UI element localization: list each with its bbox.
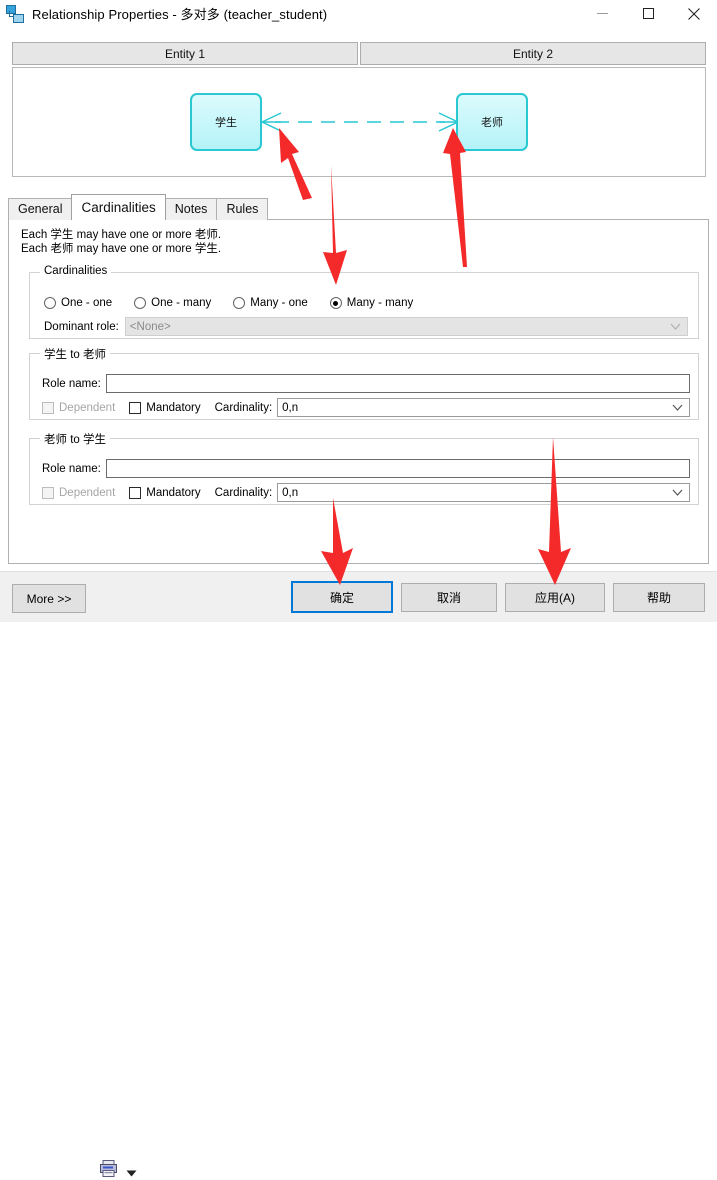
teacher-to-student-cardinality-label: Cardinality: xyxy=(214,486,273,499)
window-titlebar: Relationship Properties - 多对多 (teacher_s… xyxy=(0,0,717,27)
teacher-to-student-dependent-label: Dependent xyxy=(59,486,116,499)
minimize-button[interactable] xyxy=(579,0,625,27)
teacher-to-student-cardinality-value: 0,n xyxy=(282,486,299,499)
ok-button-label: 确定 xyxy=(329,590,354,605)
teacher-to-student-title: 老师 to 学生 xyxy=(40,431,110,447)
cardinality-radio-group: One - one One - many Many - one Many - m… xyxy=(44,297,435,309)
teacher-to-student-options-row: Dependent Mandatory Cardinality: 0,n xyxy=(42,483,690,502)
student-to-teacher-cardinality-value: 0,n xyxy=(282,401,299,414)
tab-notes-label: Notes xyxy=(174,202,208,216)
entity-box-student[interactable]: 学生 xyxy=(190,93,262,151)
radio-many-one-dot xyxy=(233,297,246,309)
teacher-to-student-cardinality-combo[interactable]: 0,n xyxy=(277,483,690,502)
chevron-down-icon xyxy=(670,321,681,333)
radio-many-many[interactable]: Many - many xyxy=(329,297,414,309)
student-to-teacher-role-input[interactable] xyxy=(105,374,690,393)
student-to-teacher-mandatory-checkbox[interactable]: Mandatory xyxy=(129,401,201,414)
checkbox-box xyxy=(42,401,54,414)
cancel-button[interactable]: 取消 xyxy=(401,583,497,612)
radio-one-one[interactable]: One - one xyxy=(44,297,112,309)
chevron-down-icon xyxy=(672,402,683,414)
entity-box-student-label: 学生 xyxy=(215,117,237,129)
entity-2-header[interactable]: Entity 2 xyxy=(360,42,706,65)
teacher-to-student-mandatory-label: Mandatory xyxy=(146,486,201,499)
entity-2-label: Entity 2 xyxy=(512,46,554,61)
more-button-label: More >> xyxy=(26,591,72,606)
student-to-teacher-groupbox: 学生 to 老师 Role name: Dependent Mandatory … xyxy=(29,346,699,420)
student-to-teacher-dependent-checkbox: Dependent xyxy=(42,401,116,414)
tab-general-label: General xyxy=(18,202,63,216)
checkbox-box xyxy=(129,401,142,414)
student-to-teacher-options-row: Dependent Mandatory Cardinality: 0,n xyxy=(42,398,690,417)
dominant-role-value: <None> xyxy=(129,320,171,333)
entity-1-header[interactable]: Entity 1 xyxy=(12,42,358,65)
relationship-description: Each 学生 may have one or more 老师. Each 老师… xyxy=(21,228,221,256)
description-line-1: Each 学生 may have one or more 老师. xyxy=(21,229,222,241)
more-button[interactable]: More >> xyxy=(12,584,86,613)
radio-one-many-dot xyxy=(134,297,147,309)
teacher-to-student-role-label: Role name: xyxy=(42,462,101,475)
student-to-teacher-cardinality-label: Cardinality: xyxy=(214,401,273,414)
radio-many-many-dot xyxy=(329,297,342,309)
tab-cardinalities[interactable]: Cardinalities xyxy=(71,194,166,220)
checkbox-box xyxy=(42,486,54,499)
tab-general[interactable]: General xyxy=(8,198,73,220)
dominant-role-row: Dominant role: <None> xyxy=(44,317,688,336)
description-line-2: Each 老师 may have one or more 学生. xyxy=(21,243,222,255)
cancel-button-label: 取消 xyxy=(436,591,461,605)
cardinalities-tab-panel: Each 学生 may have one or more 老师. Each 老师… xyxy=(8,219,709,564)
student-to-teacher-mandatory-label: Mandatory xyxy=(146,401,201,414)
entity-box-teacher[interactable]: 老师 xyxy=(456,93,528,151)
tab-strip: General Cardinalities Notes Rules xyxy=(8,194,269,220)
student-to-teacher-role-label: Role name: xyxy=(42,377,101,390)
dominant-role-combo: <None> xyxy=(124,317,688,336)
tab-rules-label: Rules xyxy=(226,202,259,216)
ok-button[interactable]: 确定 xyxy=(291,581,393,613)
teacher-to-student-role-input[interactable] xyxy=(105,459,690,478)
tab-rules[interactable]: Rules xyxy=(216,198,269,220)
teacher-to-student-groupbox: 老师 to 学生 Role name: Dependent Mandatory … xyxy=(29,431,699,505)
print-dropdown-chevron-down-icon[interactable] xyxy=(126,1166,137,1180)
tab-notes[interactable]: Notes xyxy=(164,198,218,220)
cardinalities-groupbox-title: Cardinalities xyxy=(40,265,112,277)
relationship-diagram[interactable]: 学生 老师 xyxy=(12,67,706,177)
radio-one-many[interactable]: One - many xyxy=(134,297,211,309)
printer-icon[interactable] xyxy=(100,1160,118,1177)
help-button-label: 帮助 xyxy=(646,591,671,605)
window-title: Relationship Properties - 多对多 (teacher_s… xyxy=(32,7,328,22)
close-button[interactable] xyxy=(671,0,717,27)
entity-header-strip: Entity 1 Entity 2 xyxy=(12,42,706,65)
radio-one-many-label: One - many xyxy=(151,297,212,309)
student-to-teacher-dependent-label: Dependent xyxy=(59,401,116,414)
checkbox-box xyxy=(129,486,142,499)
tab-cardinalities-label: Cardinalities xyxy=(81,200,156,215)
teacher-to-student-role-row: Role name: xyxy=(42,459,690,478)
entity-1-label: Entity 1 xyxy=(164,46,206,61)
teacher-to-student-dependent-checkbox: Dependent xyxy=(42,486,116,499)
help-button[interactable]: 帮助 xyxy=(613,583,705,612)
radio-many-many-label: Many - many xyxy=(346,297,414,309)
dialog-button-bar: More >> 确定 取消 应用(A) 帮助 xyxy=(0,571,717,1177)
apply-button[interactable]: 应用(A) xyxy=(505,583,605,612)
student-to-teacher-cardinality-combo[interactable]: 0,n xyxy=(277,398,690,417)
radio-many-one[interactable]: Many - one xyxy=(233,297,308,309)
dominant-role-label: Dominant role: xyxy=(44,320,119,333)
maximize-button[interactable] xyxy=(625,0,671,27)
relationship-link-svg xyxy=(261,112,459,132)
student-to-teacher-title: 学生 to 老师 xyxy=(40,346,110,362)
apply-button-label: 应用(A) xyxy=(535,591,575,605)
window-controls xyxy=(579,0,717,27)
entity-box-teacher-label: 老师 xyxy=(481,117,503,129)
chevron-down-icon xyxy=(672,487,683,499)
relationship-icon xyxy=(5,4,25,24)
student-to-teacher-role-row: Role name: xyxy=(42,374,690,393)
cardinalities-groupbox: Cardinalities One - one One - many Many … xyxy=(29,265,699,339)
radio-one-one-label: One - one xyxy=(61,297,113,309)
radio-one-one-dot xyxy=(44,297,56,309)
radio-many-one-label: Many - one xyxy=(250,297,308,309)
teacher-to-student-mandatory-checkbox[interactable]: Mandatory xyxy=(129,486,201,499)
